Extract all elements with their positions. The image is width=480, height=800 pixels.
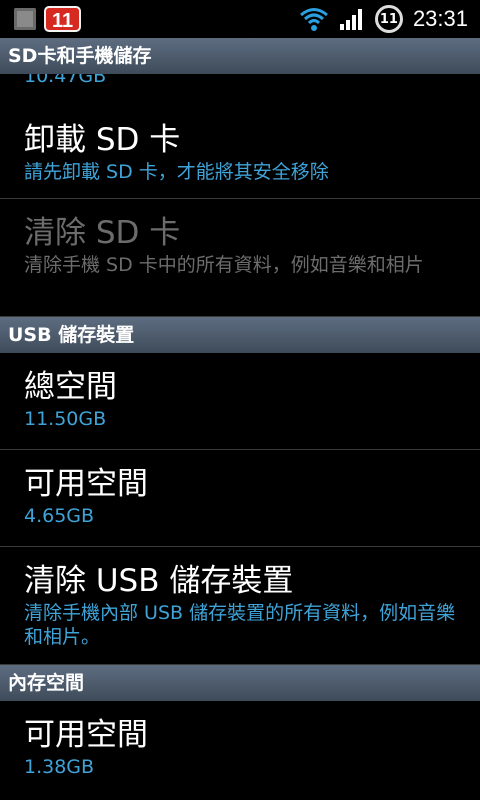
notification-badge[interactable]: 11: [44, 6, 82, 32]
usb-available-title: 可用空間: [24, 466, 148, 502]
partial-value: 10.47GB: [0, 74, 480, 98]
status-right: 11 23:31: [299, 5, 480, 33]
unmount-sd-item[interactable]: 卸載 SD 卡 請先卸載 SD 卡，才能將其安全移除: [0, 98, 480, 199]
internal-available-value: 1.38GB: [24, 756, 95, 778]
internal-available-title: 可用空間: [24, 717, 148, 753]
unmount-sd-title: 卸載 SD 卡: [24, 122, 181, 158]
section-header-internal: 內存空間: [0, 665, 480, 701]
internal-available-item: 可用空間 1.38GB: [0, 701, 480, 798]
erase-sd-item: 清除 SD 卡 清除手機 SD 卡中的所有資料，例如音樂和相片: [0, 199, 480, 317]
usb-total-title: 總空間: [24, 369, 117, 405]
usb-total-value: 11.50GB: [24, 408, 107, 430]
signal-icon: [339, 9, 362, 30]
partial-value-text: 10.47GB: [24, 74, 107, 87]
erase-usb-item[interactable]: 清除 USB 儲存裝置 清除手機內部 USB 儲存裝置的所有資料，例如音樂和相片…: [0, 547, 480, 665]
battery-icon: 11: [374, 5, 403, 33]
settings-list[interactable]: SD卡和手機儲存 10.47GB 卸載 SD 卡 請先卸載 SD 卡，才能將其安…: [0, 38, 480, 800]
wifi-icon: [299, 8, 328, 31]
sd-card-icon: [14, 8, 36, 30]
unmount-sd-subtitle: 請先卸載 SD 卡，才能將其安全移除: [24, 161, 329, 183]
erase-sd-title: 清除 SD 卡: [24, 215, 181, 251]
section-header-usb: USB 儲存裝置: [0, 317, 480, 353]
status-left: 11: [0, 6, 82, 32]
status-bar: 11 11 23:31: [0, 0, 480, 38]
usb-available-item: 可用空間 4.65GB: [0, 450, 480, 547]
erase-usb-subtitle: 清除手機內部 USB 儲存裝置的所有資料，例如音樂和相片。: [24, 602, 456, 648]
section-header-sd: SD卡和手機儲存: [0, 38, 480, 74]
usb-available-value: 4.65GB: [24, 505, 95, 527]
clock: 23:31: [412, 6, 468, 31]
erase-usb-title: 清除 USB 儲存裝置: [24, 563, 294, 599]
erase-sd-subtitle: 清除手機 SD 卡中的所有資料，例如音樂和相片: [24, 254, 424, 276]
usb-total-item: 總空間 11.50GB: [0, 353, 480, 450]
